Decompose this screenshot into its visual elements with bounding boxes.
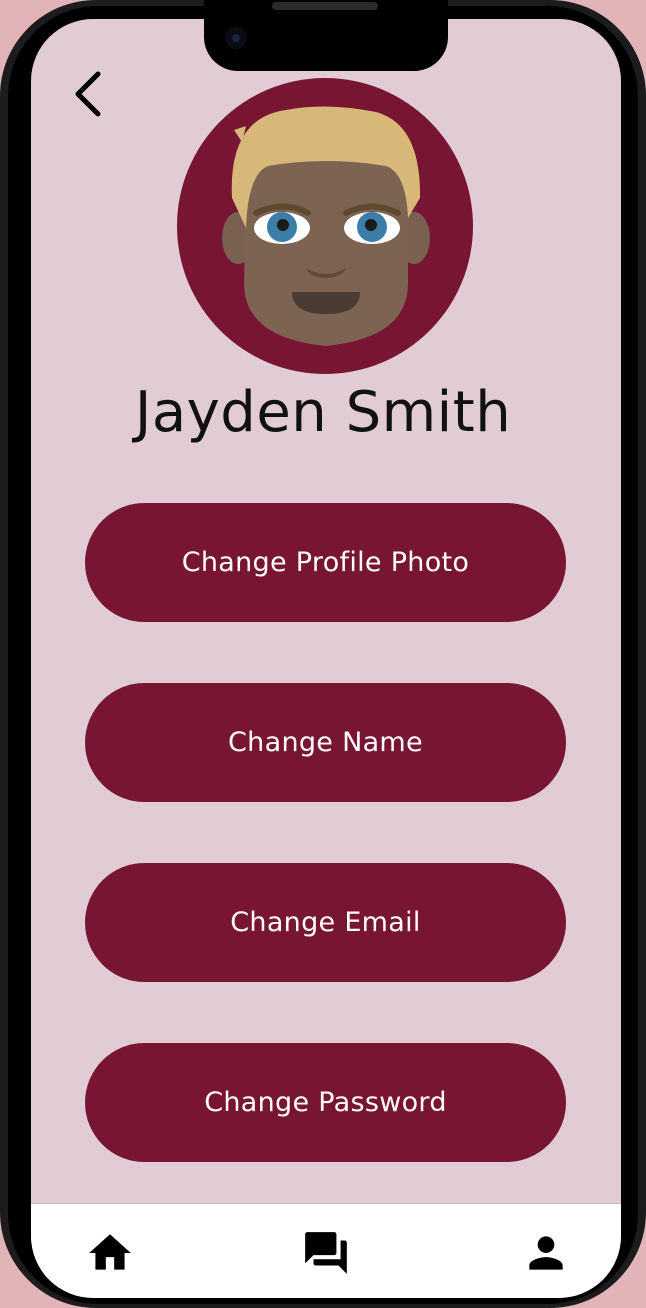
front-camera [225, 27, 247, 49]
nav-home[interactable] [85, 1228, 135, 1278]
nav-messages[interactable] [301, 1228, 351, 1278]
bottom-nav [31, 1203, 621, 1298]
change-name-button[interactable]: Change Name [85, 683, 566, 802]
user-name: Jayden Smith [134, 380, 512, 445]
speaker [272, 2, 378, 10]
home-icon [89, 1234, 131, 1270]
change-password-button[interactable]: Change Password [85, 1043, 566, 1162]
back-button[interactable] [66, 68, 114, 122]
person-icon [529, 1236, 563, 1270]
chat-icon [305, 1232, 347, 1274]
nav-profile[interactable] [521, 1228, 571, 1278]
chevron-left-icon [75, 71, 101, 117]
avatar [176, 78, 474, 374]
change-profile-photo-button[interactable]: Change Profile Photo [85, 503, 566, 622]
change-email-button[interactable]: Change Email [85, 863, 566, 982]
